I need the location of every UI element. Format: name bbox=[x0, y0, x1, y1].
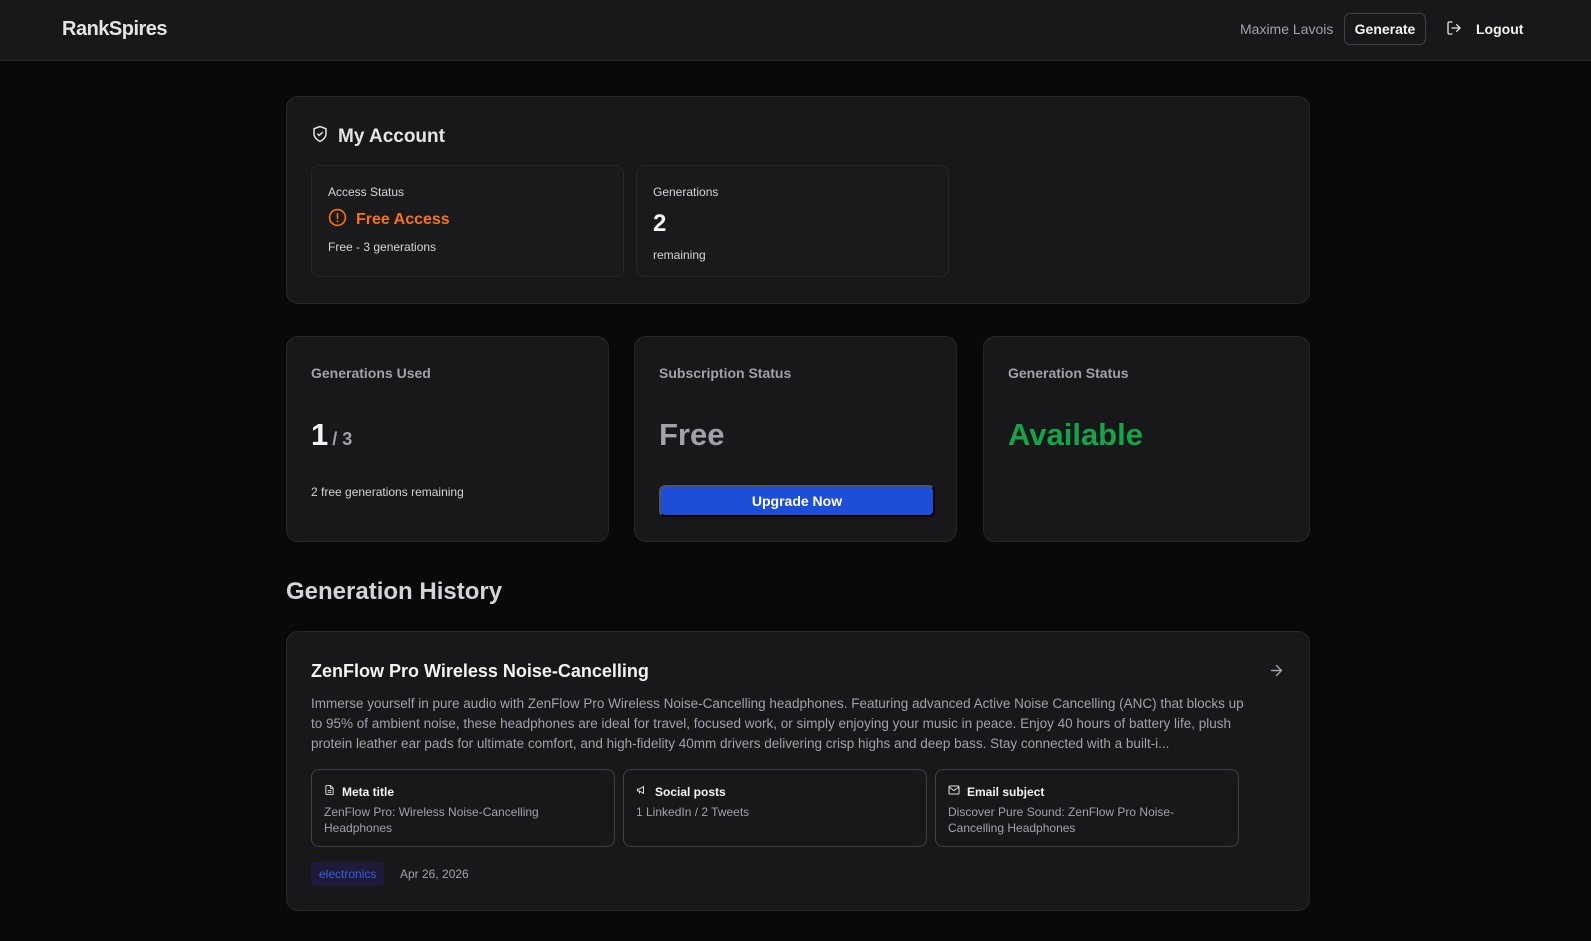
generations-used-card: Generations Used 1/ 3 2 free generations… bbox=[286, 336, 609, 542]
access-status-label: Access Status bbox=[328, 185, 405, 199]
generations-box: Generations 2 remaining bbox=[636, 165, 949, 277]
logout-icon bbox=[1446, 20, 1462, 39]
generations-used-sub: 2 free generations remaining bbox=[311, 485, 464, 499]
used-count: 1 bbox=[311, 417, 329, 452]
history-item[interactable]: ZenFlow Pro Wireless Noise-Cancelling Im… bbox=[286, 631, 1310, 911]
social-posts-label: Social posts bbox=[655, 784, 726, 799]
category-tag: electronics bbox=[311, 862, 385, 886]
my-account-card: My Account Access Status Free Access Fre… bbox=[286, 96, 1310, 304]
generations-used-value: 1/ 3 bbox=[311, 417, 352, 453]
used-total: / 3 bbox=[332, 429, 353, 449]
subscription-status-label: Subscription Status bbox=[659, 365, 792, 381]
generations-remaining: remaining bbox=[653, 248, 706, 262]
account-title-text: My Account bbox=[338, 126, 445, 147]
subscription-status-card: Subscription Status Free Upgrade Now bbox=[634, 336, 957, 542]
generations-count: 2 bbox=[653, 210, 667, 237]
history-item-date: Apr 26, 2026 bbox=[400, 867, 469, 881]
email-subject-head: Email subject bbox=[948, 784, 1044, 799]
meta-title-box: Meta title ZenFlow Pro: Wireless Noise-C… bbox=[311, 769, 615, 847]
history-item-title[interactable]: ZenFlow Pro Wireless Noise-Cancelling bbox=[311, 661, 649, 682]
email-subject-value: Discover Pure Sound: ZenFlow Pro Noise-C… bbox=[948, 805, 1175, 835]
social-posts-head: Social posts bbox=[636, 784, 726, 799]
brand-logo[interactable]: RankSpires bbox=[62, 18, 168, 41]
shield-check-icon bbox=[311, 125, 329, 149]
megaphone-icon bbox=[636, 784, 648, 799]
access-status-value: Free Access bbox=[328, 208, 450, 232]
generation-status-card: Generation Status Available bbox=[983, 336, 1310, 542]
user-name: Maxime Lavois bbox=[1240, 21, 1334, 37]
meta-title-value: ZenFlow Pro: Wireless Noise-Cancelling H… bbox=[324, 805, 539, 835]
generation-status-label: Generation Status bbox=[1008, 365, 1129, 381]
access-status-sub: Free - 3 generations bbox=[328, 240, 437, 254]
mail-icon bbox=[948, 784, 960, 799]
top-navbar: RankSpires Maxime Lavois Generate Logout bbox=[0, 0, 1591, 61]
social-posts-value: 1 LinkedIn / 2 Tweets bbox=[636, 805, 750, 819]
access-status-box: Access Status Free Access Free - 3 gener… bbox=[311, 165, 624, 277]
generation-history-title: Generation History bbox=[286, 578, 503, 605]
logout-label: Logout bbox=[1476, 21, 1524, 37]
faded-page-title bbox=[284, 36, 444, 58]
account-title: My Account bbox=[311, 125, 445, 149]
email-subject-box: Email subject Discover Pure Sound: ZenFl… bbox=[935, 769, 1239, 847]
alert-circle-icon bbox=[328, 208, 347, 232]
generations-label: Generations bbox=[653, 185, 719, 199]
subscription-status-value: Free bbox=[659, 417, 725, 452]
access-status-text: Free Access bbox=[356, 211, 450, 228]
generate-button[interactable]: Generate bbox=[1344, 13, 1426, 45]
social-posts-box: Social posts 1 LinkedIn / 2 Tweets bbox=[623, 769, 927, 847]
meta-title-label: Meta title bbox=[342, 784, 395, 799]
meta-title-head: Meta title bbox=[324, 784, 394, 799]
upgrade-now-button[interactable]: Upgrade Now bbox=[659, 485, 935, 517]
history-item-description: Immerse yourself in pure audio with ZenF… bbox=[311, 696, 1244, 751]
generation-status-value: Available bbox=[1008, 417, 1143, 452]
arrow-right-icon[interactable] bbox=[1268, 662, 1285, 684]
document-icon bbox=[324, 784, 335, 799]
generations-used-label: Generations Used bbox=[311, 365, 431, 381]
email-subject-label: Email subject bbox=[967, 784, 1045, 799]
logout-button[interactable]: Logout bbox=[1446, 13, 1523, 45]
